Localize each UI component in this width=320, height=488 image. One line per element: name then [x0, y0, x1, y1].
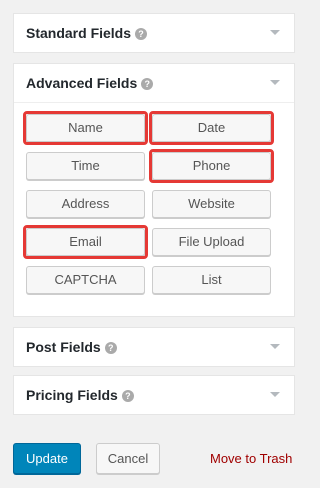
list-field-button[interactable]: List: [152, 266, 271, 294]
email-field-button[interactable]: Email: [23, 225, 148, 259]
pricing-fields-panel: Pricing Fields?: [13, 375, 295, 415]
chevron-down-icon[interactable]: [270, 80, 280, 85]
post-fields-title: Post Fields: [26, 339, 101, 355]
website-field-button[interactable]: Website: [152, 190, 271, 218]
date-field-button[interactable]: Date: [149, 111, 274, 145]
advanced-fields-title: Advanced Fields: [26, 75, 138, 91]
chevron-down-icon[interactable]: [270, 392, 280, 397]
name-field-button[interactable]: Name: [23, 111, 148, 145]
advanced-fields-panel: Advanced Fields? Name Date Time Phone Ad…: [13, 63, 295, 317]
standard-fields-panel: Standard Fields?: [13, 13, 295, 53]
update-button[interactable]: Update: [13, 443, 81, 474]
pricing-fields-title: Pricing Fields: [26, 387, 118, 403]
file-upload-field-button[interactable]: File Upload: [152, 228, 271, 256]
help-icon[interactable]: ?: [104, 342, 117, 354]
time-field-button[interactable]: Time: [26, 152, 145, 180]
cancel-button[interactable]: Cancel: [96, 443, 160, 474]
help-icon[interactable]: ?: [135, 28, 148, 40]
pricing-fields-header[interactable]: Pricing Fields?: [14, 376, 294, 414]
standard-fields-header[interactable]: Standard Fields?: [14, 14, 294, 52]
standard-fields-title: Standard Fields: [26, 25, 132, 41]
address-field-button[interactable]: Address: [26, 190, 145, 218]
advanced-fields-button-grid: Name Date Time Phone Address Website Ema…: [14, 102, 294, 306]
move-to-trash-link[interactable]: Move to Trash: [210, 451, 292, 466]
help-icon[interactable]: ?: [121, 390, 134, 402]
chevron-down-icon[interactable]: [270, 30, 280, 35]
captcha-field-button[interactable]: CAPTCHA: [26, 266, 145, 294]
advanced-fields-header[interactable]: Advanced Fields?: [14, 64, 294, 102]
post-fields-panel: Post Fields?: [13, 327, 295, 367]
post-fields-header[interactable]: Post Fields?: [14, 328, 294, 366]
help-icon[interactable]: ?: [141, 78, 154, 90]
phone-field-button[interactable]: Phone: [149, 149, 274, 183]
chevron-down-icon[interactable]: [270, 344, 280, 349]
